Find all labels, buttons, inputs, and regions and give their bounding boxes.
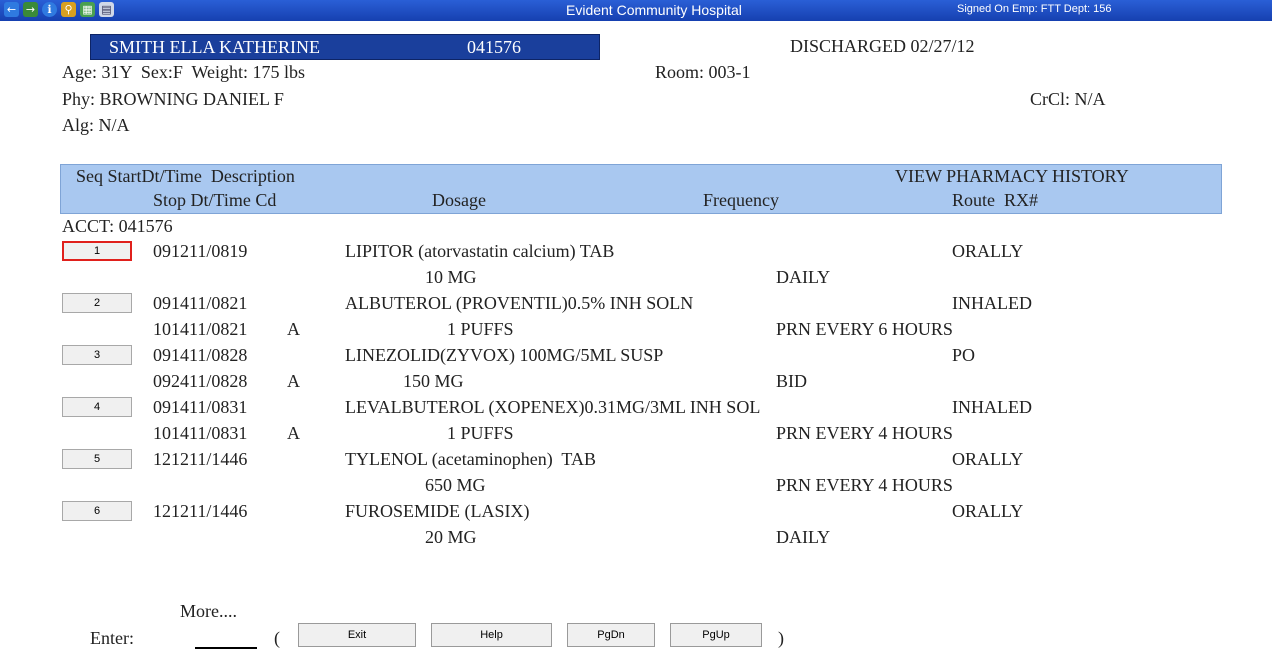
order-frequency: PRN EVERY 4 HOURS xyxy=(776,423,953,443)
allergies: Alg: N/A xyxy=(62,115,130,135)
header-stop-cd: Stop Dt/Time Cd xyxy=(153,190,277,210)
order-route: INHALED xyxy=(952,397,1032,417)
order-start: 091211/0819 xyxy=(153,241,248,261)
seq-button-4[interactable]: 4 xyxy=(62,397,132,417)
order-route: ORALLY xyxy=(952,449,1024,469)
page-down-button[interactable]: PgDn xyxy=(567,623,655,647)
order-frequency: PRN EVERY 6 HOURS xyxy=(776,319,953,339)
order-dosage: 150 MG xyxy=(403,371,464,391)
order-frequency: DAILY xyxy=(776,527,831,547)
toolbar: ← → ℹ ⚲ ▦ ▤ xyxy=(4,2,114,17)
patient-name: SMITH ELLA KATHERINE xyxy=(109,37,320,57)
order-stop: 101411/0831 xyxy=(153,423,248,443)
more-indicator: More.... xyxy=(180,601,237,621)
order-frequency: BID xyxy=(776,371,807,391)
seq-button-3[interactable]: 3 xyxy=(62,345,132,365)
patient-demographics: Age: 31Y Sex:F Weight: 175 lbs xyxy=(62,62,306,82)
order-description: ALBUTEROL (PROVENTIL)0.5% INH SOLN xyxy=(345,293,694,313)
order-start: 091411/0828 xyxy=(153,345,248,365)
close-paren: ) xyxy=(778,628,784,648)
order-stop: 092411/0828 xyxy=(153,371,248,391)
order-cd: A xyxy=(287,371,300,391)
discharge-status: DISCHARGED 02/27/12 xyxy=(790,36,975,56)
order-dosage: 10 MG xyxy=(425,267,477,287)
chart-icon[interactable]: ▦ xyxy=(80,2,95,17)
patient-mrn: 041576 xyxy=(467,37,521,57)
enter-label: Enter: xyxy=(90,628,134,648)
seq-button-2[interactable]: 2 xyxy=(62,293,132,313)
seq-button-1[interactable]: 1 xyxy=(62,241,132,261)
order-start: 091411/0821 xyxy=(153,293,248,313)
exit-button[interactable]: Exit xyxy=(298,623,416,647)
window-title: Evident Community Hospital xyxy=(566,2,742,18)
order-cd: A xyxy=(287,423,300,443)
header-seq-start-desc: Seq StartDt/Time Description xyxy=(76,166,295,186)
order-route: ORALLY xyxy=(952,241,1024,261)
order-start: 091411/0831 xyxy=(153,397,248,417)
help-button[interactable]: Help xyxy=(431,623,552,647)
info-icon[interactable]: ℹ xyxy=(42,2,57,17)
order-frequency: PRN EVERY 4 HOURS xyxy=(776,475,953,495)
order-dosage: 1 PUFFS xyxy=(447,423,514,443)
view-pharmacy-history-link[interactable]: VIEW PHARMACY HISTORY xyxy=(895,166,1129,186)
order-route: PO xyxy=(952,345,976,365)
order-route: ORALLY xyxy=(952,501,1024,521)
forward-arrow-icon[interactable]: → xyxy=(23,2,38,17)
back-arrow-icon[interactable]: ← xyxy=(4,2,19,17)
order-description: LIPITOR (atorvastatin calcium) TAB xyxy=(345,241,615,261)
patient-banner: SMITH ELLA KATHERINE 041576 xyxy=(90,34,600,60)
order-cd: A xyxy=(287,319,300,339)
document-icon[interactable]: ▤ xyxy=(99,2,114,17)
order-start: 121211/1446 xyxy=(153,501,248,521)
attending-physician: Phy: BROWNING DANIEL F xyxy=(62,89,284,109)
page-up-button[interactable]: PgUp xyxy=(670,623,762,647)
order-description: FUROSEMIDE (LASIX) xyxy=(345,501,530,521)
header-dosage: Dosage xyxy=(432,190,486,210)
seq-button-6[interactable]: 6 xyxy=(62,501,132,521)
account-number: ACCT: 041576 xyxy=(62,216,173,236)
order-start: 121211/1446 xyxy=(153,449,248,469)
header-frequency: Frequency xyxy=(703,190,779,210)
order-description: LEVALBUTEROL (XOPENEX)0.31MG/3ML INH SOL xyxy=(345,397,761,417)
order-dosage: 20 MG xyxy=(425,527,477,547)
signed-on-info: Signed On Emp: FTT Dept: 156 xyxy=(957,3,1112,15)
creatinine-clearance: CrCl: N/A xyxy=(1030,89,1106,109)
order-dosage: 650 MG xyxy=(425,475,486,495)
order-route: INHALED xyxy=(952,293,1032,313)
order-description: TYLENOL (acetaminophen) TAB xyxy=(345,449,596,469)
order-dosage: 1 PUFFS xyxy=(447,319,514,339)
key-icon[interactable]: ⚲ xyxy=(61,2,76,17)
order-frequency: DAILY xyxy=(776,267,831,287)
patient-room: Room: 003-1 xyxy=(655,62,751,82)
seq-button-5[interactable]: 5 xyxy=(62,449,132,469)
title-bar: ← → ℹ ⚲ ▦ ▤ Evident Community Hospital S… xyxy=(0,0,1272,21)
enter-input[interactable] xyxy=(195,647,257,649)
order-stop: 101411/0821 xyxy=(153,319,248,339)
header-route-rx: Route RX# xyxy=(952,190,1039,210)
open-paren: ( xyxy=(274,628,280,648)
order-description: LINEZOLID(ZYVOX) 100MG/5ML SUSP xyxy=(345,345,664,365)
